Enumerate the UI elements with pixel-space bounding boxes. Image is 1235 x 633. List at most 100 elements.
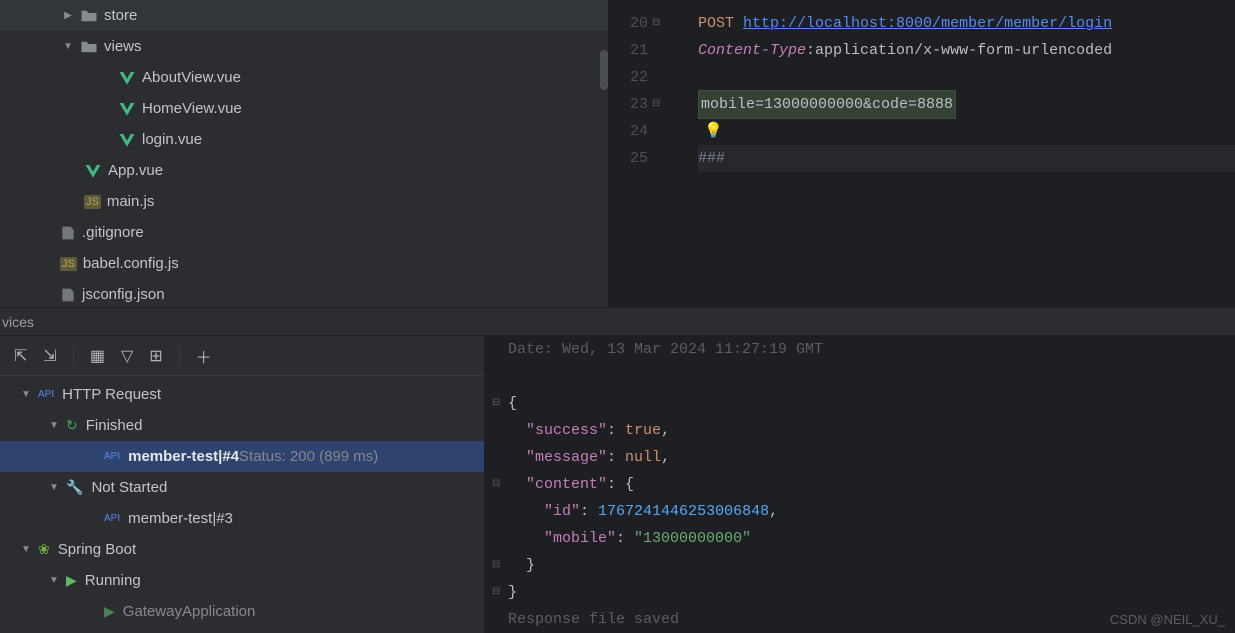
js-icon: JS	[84, 195, 101, 209]
line-number: 21	[608, 37, 648, 64]
svc-test-name: member-test	[128, 448, 218, 465]
code-line: ⊟POST http://localhost:8000/member/membe…	[698, 10, 1235, 37]
tree-item-gitignore[interactable]: .gitignore	[0, 217, 608, 248]
tree-label: login.vue	[142, 131, 202, 148]
tree-item-views[interactable]: ▼ views	[0, 31, 608, 62]
chevron-down-icon: ▼	[46, 482, 62, 493]
collapse-all-icon[interactable]: ⇲	[43, 346, 56, 366]
json-key: "id"	[544, 503, 580, 520]
vue-icon	[118, 70, 136, 86]
header-sep: :	[806, 37, 815, 64]
json-value: 1767241446253006848	[598, 503, 769, 520]
svc-member-test-3[interactable]: API member-test | #3	[0, 503, 484, 534]
json-key: "success"	[526, 422, 607, 439]
svc-finished-group[interactable]: ▼ ↻ Finished	[0, 410, 484, 441]
tree-label: babel.config.js	[83, 255, 179, 272]
tree-item-babel[interactable]: JS babel.config.js	[0, 248, 608, 279]
svc-member-test-4[interactable]: API member-test | #4 Status: 200 (899 ms…	[0, 441, 484, 472]
add-config-icon[interactable]: ⊞	[149, 346, 162, 366]
toolbar-separator	[73, 345, 74, 367]
tree-label: App.vue	[108, 162, 163, 179]
chevron-right-icon: ▶	[60, 10, 76, 21]
svc-notstarted-group[interactable]: ▼ 🔧 Not Started	[0, 472, 484, 503]
tree-item-login[interactable]: login.vue	[0, 124, 608, 155]
json-key: "mobile"	[544, 530, 616, 547]
svc-http-request[interactable]: ▼ API HTTP Request	[0, 379, 484, 410]
tree-label: .gitignore	[82, 224, 144, 241]
finished-icon: ↻	[66, 417, 78, 434]
fold-marker-icon[interactable]: ⊟	[492, 390, 500, 417]
json-key: "message"	[526, 449, 607, 466]
tree-item-about[interactable]: AboutView.vue	[0, 62, 608, 93]
tree-label: views	[104, 38, 142, 55]
add-icon[interactable]: ＋	[196, 344, 212, 368]
chevron-down-icon: ▼	[18, 389, 34, 400]
services-tree: ▼ API HTTP Request ▼ ↻ Finished API memb…	[0, 376, 484, 627]
line-number: 25	[608, 145, 648, 172]
svc-label: GatewayApplication	[123, 603, 256, 620]
watermark: CSDN @NEIL_XU_	[1110, 612, 1225, 627]
group-icon[interactable]: ▦	[90, 346, 105, 366]
code-editor[interactable]: 20 21 22 23 24 25 ⊟POST http://localhost…	[608, 0, 1235, 307]
svc-label: Finished	[86, 417, 143, 434]
wrench-icon: 🔧	[66, 479, 83, 496]
play-icon: ▶	[104, 603, 115, 620]
code-line: 💡	[698, 118, 1235, 145]
services-toolbar: ⇱ ⇲ ▦ ▽ ⊞ ＋	[0, 336, 484, 376]
lightbulb-icon[interactable]: 💡	[704, 118, 723, 145]
spring-icon: ❀	[38, 541, 50, 558]
code-line: ###	[698, 145, 1235, 172]
tree-item-appvue[interactable]: App.vue	[0, 155, 608, 186]
fold-marker-icon[interactable]: ⊟	[492, 471, 500, 498]
svc-test-num: #3	[216, 510, 233, 527]
chevron-down-icon: ▼	[18, 544, 34, 555]
tree-label: AboutView.vue	[142, 69, 241, 86]
svc-test-status: Status: 200 (899 ms)	[239, 448, 378, 465]
svc-label: Spring Boot	[58, 541, 136, 558]
code-line: Content-Type: application/x-www-form-url…	[698, 37, 1235, 64]
top-split: ▶ store ▼ views AboutView.vue HomeView.v…	[0, 0, 1235, 308]
json-key: "content"	[526, 476, 607, 493]
resp-line	[508, 363, 1235, 390]
json-brace: }	[526, 557, 535, 574]
chevron-down-icon: ▼	[46, 420, 62, 431]
chevron-down-icon: ▼	[46, 575, 62, 586]
svc-label: HTTP Request	[62, 386, 161, 403]
filter-icon[interactable]: ▽	[121, 346, 133, 366]
resp-line: "mobile": "13000000000"	[508, 525, 1235, 552]
svc-running-group[interactable]: ▼ ▶ Running	[0, 565, 484, 596]
expand-all-icon[interactable]: ⇱	[14, 346, 27, 366]
json-brace: {	[625, 476, 634, 493]
services-panel: ⇱ ⇲ ▦ ▽ ⊞ ＋ ▼ API HTTP Request ▼ ↻ Finis…	[0, 336, 484, 633]
tree-label: jsconfig.json	[82, 286, 165, 303]
toolbar-separator	[179, 345, 180, 367]
resp-line: ⊟ }	[508, 552, 1235, 579]
tree-scrollbar[interactable]	[600, 50, 608, 90]
tree-item-home[interactable]: HomeView.vue	[0, 93, 608, 124]
api-icon: API	[38, 389, 54, 400]
http-header-name: Content-Type	[698, 37, 806, 64]
http-method: POST	[698, 10, 734, 37]
tree-label: main.js	[107, 193, 155, 210]
tree-label: store	[104, 7, 137, 24]
fold-marker-icon[interactable]: ⊟	[492, 552, 500, 579]
response-panel[interactable]: Date: Wed, 13 Mar 2024 11:27:19 GMT ⊟{ "…	[484, 336, 1235, 633]
fold-marker-icon[interactable]: ⊟	[492, 579, 500, 606]
tree-item-store[interactable]: ▶ store	[0, 0, 608, 31]
folder-icon	[80, 9, 98, 23]
bottom-split: ⇱ ⇲ ▦ ▽ ⊞ ＋ ▼ API HTTP Request ▼ ↻ Finis…	[0, 336, 1235, 633]
http-body: mobile=13000000000&code=8888	[698, 90, 956, 119]
vue-icon	[118, 132, 136, 148]
json-brace: {	[508, 395, 517, 412]
http-header-value: application/x-www-form-urlencoded	[815, 37, 1112, 64]
panel-tab-label[interactable]: vices	[0, 308, 1235, 336]
svc-spring-boot[interactable]: ▼ ❀ Spring Boot	[0, 534, 484, 565]
fold-marker-icon[interactable]: ⊟	[652, 91, 660, 118]
fold-marker-icon[interactable]: ⊟	[652, 10, 660, 37]
tree-item-jsconfig[interactable]: jsconfig.json	[0, 279, 608, 307]
tree-item-mainjs[interactable]: JS main.js	[0, 186, 608, 217]
svc-gateway-app[interactable]: ▶ GatewayApplication	[0, 596, 484, 627]
play-icon: ▶	[66, 572, 77, 589]
js-icon: JS	[60, 257, 77, 271]
editor-content[interactable]: ⊟POST http://localhost:8000/member/membe…	[668, 0, 1235, 307]
